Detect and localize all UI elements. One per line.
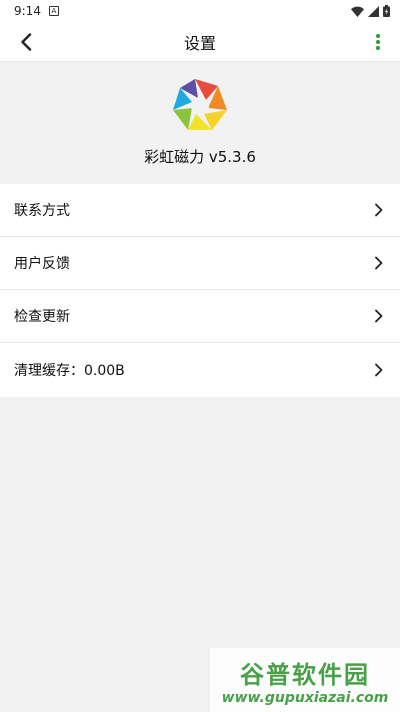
more-vert-icon xyxy=(376,34,380,38)
watermark-url: www.gupuxiazai.com xyxy=(221,689,389,706)
watermark: 谷普软件园 www.gupuxiazai.com xyxy=(210,648,400,712)
chevron-right-icon xyxy=(375,309,383,323)
battery-icon xyxy=(383,5,390,17)
status-icons xyxy=(351,5,390,17)
wifi-icon xyxy=(351,6,364,17)
back-arrow-icon xyxy=(21,33,32,51)
menu-item-label: 清理缓存：0.00B xyxy=(14,363,125,379)
chevron-right-icon xyxy=(375,256,383,270)
status-bar: 9:14 A xyxy=(0,0,400,22)
watermark-title: 谷普软件园 xyxy=(240,660,370,689)
menu-item-clear-cache[interactable]: 清理缓存：0.00B xyxy=(0,343,400,397)
page-title: 设置 xyxy=(183,33,216,53)
chevron-right-icon xyxy=(375,203,383,217)
chevron-right-icon xyxy=(375,363,383,377)
signal-icon xyxy=(368,5,379,17)
menu-item-contact[interactable]: 联系方式 xyxy=(0,184,400,237)
app-version-text: 彩虹磁力 v5.3.6 xyxy=(144,148,256,166)
back-button[interactable] xyxy=(14,30,38,54)
app-bar: 设置 xyxy=(0,22,400,62)
menu-item-check-update[interactable]: 检查更新 xyxy=(0,290,400,343)
settings-menu: 联系方式 用户反馈 检查更新 清理缓存：0.00B xyxy=(0,184,400,397)
notification-icon: A xyxy=(48,6,59,16)
status-time: 9:14 xyxy=(14,4,41,18)
menu-item-label: 检查更新 xyxy=(14,309,70,325)
more-options-button[interactable] xyxy=(372,30,384,54)
menu-item-label: 联系方式 xyxy=(14,203,70,219)
aperture-logo-icon xyxy=(173,79,227,130)
menu-item-feedback[interactable]: 用户反馈 xyxy=(0,237,400,290)
app-info-header: 彩虹磁力 v5.3.6 xyxy=(0,62,400,184)
menu-item-label: 用户反馈 xyxy=(14,256,70,272)
